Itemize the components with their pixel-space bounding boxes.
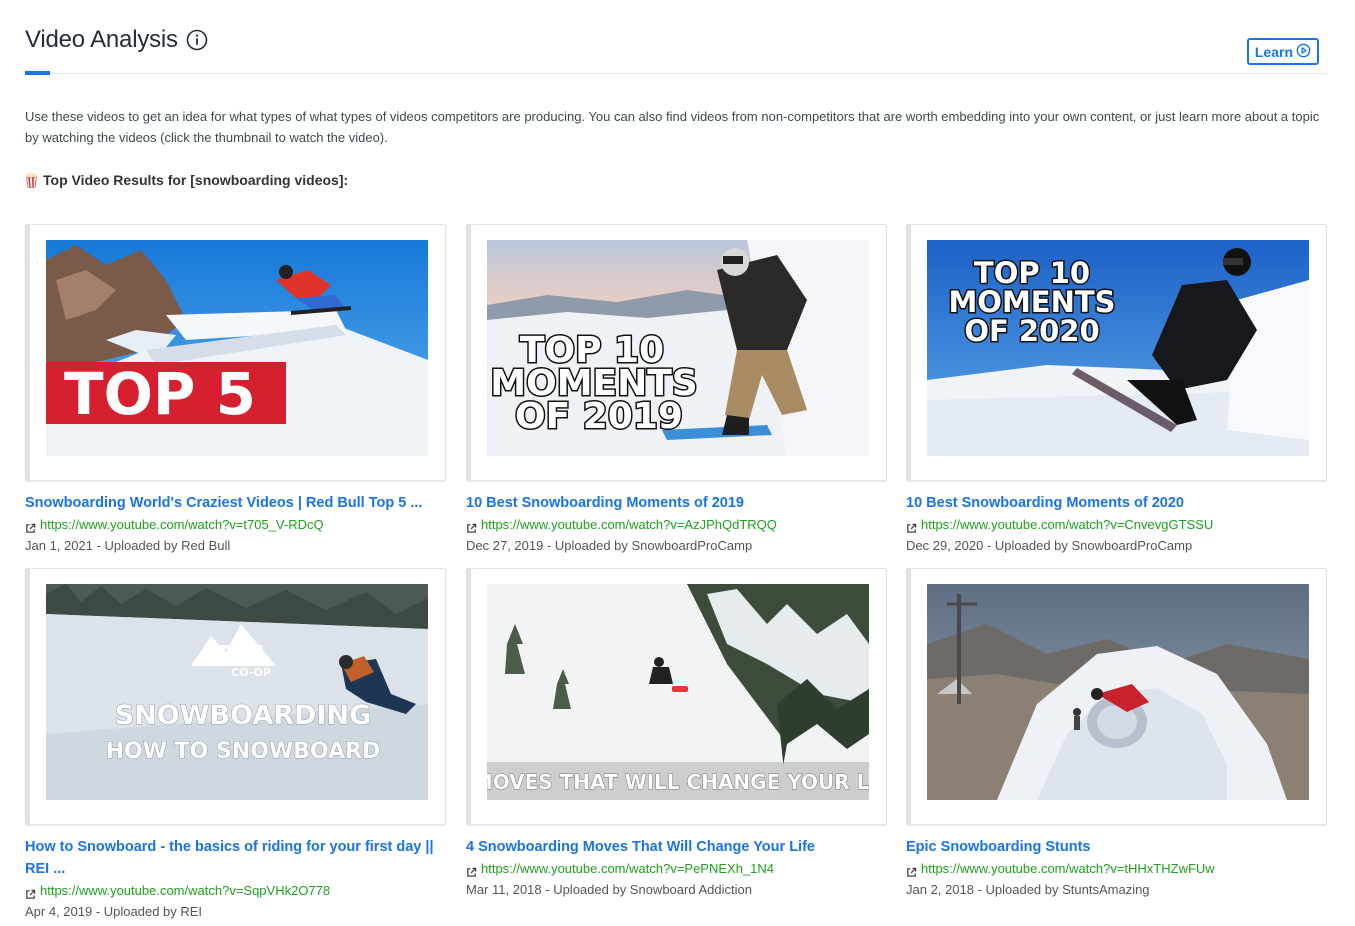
svg-text:HOW TO SNOWBOARD: HOW TO SNOWBOARD (106, 739, 381, 764)
external-link-icon (466, 519, 477, 533)
video-card: REI CO-OP SNOWBOARDING HOW TO SNOWBOARD … (25, 568, 446, 922)
video-url-link[interactable]: https://www.youtube.com/watch?v=t705_V-R… (25, 514, 446, 535)
video-thumbnail[interactable]: REI CO-OP SNOWBOARDING HOW TO SNOWBOARD (46, 584, 428, 800)
video-thumbnail[interactable]: TOP 10 MOMENTS OF 2019 (487, 240, 869, 456)
svg-text:4 MOVES THAT WILL CHANGE YOUR: 4 MOVES THAT WILL CHANGE YOUR LIFE (487, 770, 869, 794)
video-url: https://www.youtube.com/watch?v=PePNEXh_… (481, 861, 775, 876)
svg-text:OF 2019: OF 2019 (515, 396, 683, 437)
video-meta: Mar 11, 2018 - Uploaded by Snowboard Add… (466, 882, 752, 897)
video-card: Epic Snowboarding Stunts https://www.you… (906, 568, 1327, 900)
video-meta: Jan 1, 2021 - Uploaded by Red Bull (25, 538, 231, 553)
video-url: https://www.youtube.com/watch?v=t705_V-R… (40, 517, 324, 532)
learn-button-label: Learn (1254, 43, 1293, 60)
external-link-icon (25, 885, 36, 899)
section-heading: Top Video Results for [snowboarding vide… (25, 172, 348, 188)
external-link-icon (906, 863, 917, 877)
svg-text:SNOWBOARDING: SNOWBOARDING (115, 700, 372, 731)
thumbnail-frame[interactable]: TOP 5 (25, 224, 446, 481)
video-title-link[interactable]: 4 Snowboarding Moves That Will Change Yo… (466, 836, 887, 858)
page-title: Video Analysis (25, 26, 178, 53)
video-url: https://www.youtube.com/watch?v=CnvevgGT… (921, 517, 1214, 532)
video-card: 4 MOVES THAT WILL CHANGE YOUR LIFE 4 Sno… (466, 568, 887, 900)
page-header: Video Analysis Learn (25, 26, 1327, 75)
video-title-link[interactable]: Snowboarding World's Craziest Videos | R… (25, 492, 446, 514)
video-title-link[interactable]: 10 Best Snowboarding Moments of 2019 (466, 492, 887, 514)
video-meta: Dec 27, 2019 - Uploaded by SnowboardProC… (466, 538, 753, 553)
external-link-icon (466, 863, 477, 877)
thumbnail-frame[interactable]: TOP 10 MOMENTS OF 2020 (906, 224, 1327, 481)
video-url-link[interactable]: https://www.youtube.com/watch?v=AzJPhQdT… (466, 514, 887, 535)
description: Use these videos to get an idea for what… (25, 109, 1320, 145)
svg-text:CO-OP: CO-OP (231, 666, 271, 679)
video-url-link[interactable]: https://www.youtube.com/watch?v=CnvevgGT… (906, 514, 1327, 535)
video-url: https://www.youtube.com/watch?v=SqpVHk2O… (40, 883, 331, 898)
section-heading-text: Top Video Results for [snowboarding vide… (43, 172, 349, 188)
svg-text:OF 2020: OF 2020 (964, 314, 1099, 348)
video-title-link[interactable]: Epic Snowboarding Stunts (906, 836, 1327, 858)
info-icon[interactable] (186, 29, 208, 51)
video-title-link[interactable]: 10 Best Snowboarding Moments of 2020 (906, 492, 1327, 514)
video-card: TOP 10 MOMENTS OF 2019 10 Best Snowboard… (466, 224, 887, 556)
play-circle-icon (1296, 43, 1311, 61)
video-url-link[interactable]: https://www.youtube.com/watch?v=tHHxTHZw… (906, 858, 1327, 879)
learn-button[interactable]: Learn (1246, 38, 1319, 65)
popcorn-icon (25, 172, 38, 188)
video-meta: Jan 2, 2018 - Uploaded by StuntsAmazing (906, 882, 1150, 897)
video-card: TOP 5 Snowboarding World's Craziest Vide… (25, 224, 446, 556)
title-wrap: Video Analysis (25, 26, 1327, 54)
video-card: TOP 10 MOMENTS OF 2020 10 Best Snowboard… (906, 224, 1327, 556)
title-underline (25, 71, 50, 75)
video-thumbnail[interactable] (927, 584, 1309, 800)
video-thumbnail[interactable]: TOP 5 (46, 240, 428, 456)
video-thumbnail[interactable]: TOP 10 MOMENTS OF 2020 (927, 240, 1309, 456)
thumbnail-frame[interactable]: TOP 10 MOMENTS OF 2019 (466, 224, 887, 481)
video-meta: Dec 29, 2020 - Uploaded by SnowboardProC… (906, 538, 1193, 553)
video-url: https://www.youtube.com/watch?v=AzJPhQdT… (481, 517, 777, 532)
external-link-icon (906, 519, 917, 533)
thumbnail-frame[interactable]: 4 MOVES THAT WILL CHANGE YOUR LIFE (466, 568, 887, 825)
video-thumbnail[interactable]: 4 MOVES THAT WILL CHANGE YOUR LIFE (487, 584, 869, 800)
video-url-link[interactable]: https://www.youtube.com/watch?v=SqpVHk2O… (25, 880, 446, 901)
thumbnail-frame[interactable]: REI CO-OP SNOWBOARDING HOW TO SNOWBOARD (25, 568, 446, 825)
video-url: https://www.youtube.com/watch?v=tHHxTHZw… (921, 861, 1215, 876)
video-title-link[interactable]: How to Snowboard - the basics of riding … (25, 836, 446, 880)
svg-text:TOP 5: TOP 5 (64, 360, 256, 428)
external-link-icon (25, 519, 36, 533)
video-meta: Apr 4, 2019 - Uploaded by REI (25, 904, 203, 919)
video-url-link[interactable]: https://www.youtube.com/watch?v=PePNEXh_… (466, 858, 887, 879)
thumbnail-frame[interactable] (906, 568, 1327, 825)
